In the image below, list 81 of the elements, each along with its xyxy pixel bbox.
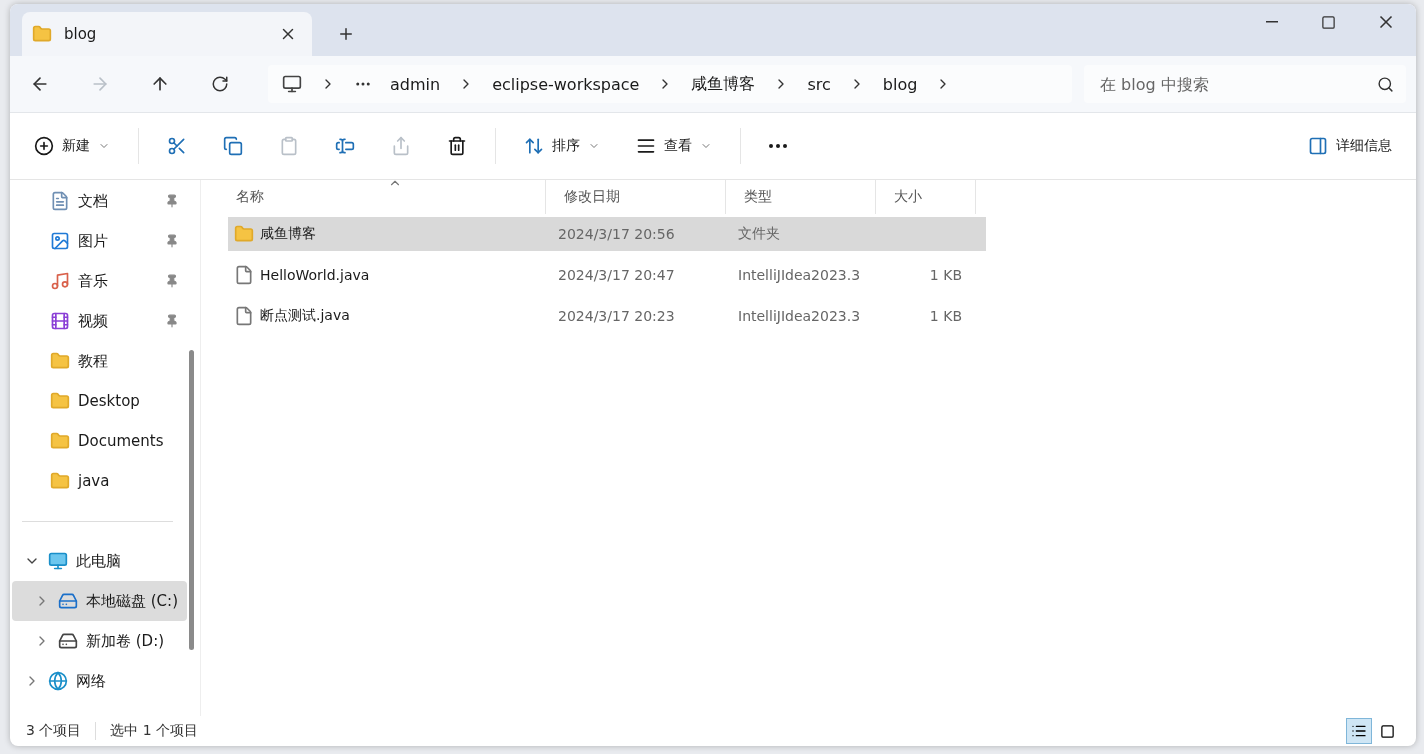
panel-icon [1308,136,1328,156]
tab-title: blog [64,25,98,43]
folder-icon [32,24,52,44]
breadcrumb[interactable]: eclipse-workspace [492,74,640,94]
file-row[interactable]: 断点测试.java 2024/3/17 20:23 IntelliJIdea2023.3 1 KB [228,299,986,333]
list-icon [1351,723,1367,739]
sidebar-item[interactable]: 文档 [12,181,187,221]
tree-item[interactable]: 网络 [12,661,187,701]
tree-item[interactable]: 本地磁盘 (C:) [12,581,187,621]
size-cell-text: 1 KB [928,308,962,324]
sidebar-item[interactable]: 图片 [12,221,187,261]
drive-icon [58,631,78,651]
breadcrumb[interactable]: admin [390,74,441,94]
file-name: 断点测试.java [260,307,350,325]
folder-tab[interactable]: blog [22,12,312,56]
size-cell-text: 1 KB [928,267,962,283]
folder-icon [50,351,70,371]
column-header[interactable]: 修改日期 [546,180,726,214]
address-bar[interactable]: admin eclipse-workspace 咸鱼博客 src blog [268,65,1072,103]
date-cell-text: 2024/3/17 20:47 [557,267,676,283]
document-icon [50,191,70,211]
column-header[interactable]: 名称 [218,180,546,214]
new-button[interactable]: 新建 [26,128,118,164]
share-icon [391,136,411,156]
sidebar-item[interactable]: 音乐 [12,261,187,301]
file-name: HelloWorld.java [260,267,370,283]
film-icon [50,311,70,331]
picture-icon [50,231,70,251]
rename-icon [335,136,355,156]
trash-icon [447,136,467,156]
monitor-icon [282,74,302,94]
breadcrumb[interactable]: src [807,74,831,94]
file-icon [234,265,254,285]
type-cell-text: IntelliJIdea2023.3 [737,308,862,324]
folder-icon [50,431,70,451]
more-icon [769,144,787,148]
monitor-icon [48,551,68,571]
lines-icon [636,136,656,156]
search-icon [1377,75,1394,93]
breadcrumb[interactable]: 咸鱼博客 [691,73,756,95]
minimize-icon [1266,21,1278,23]
item-count: 3 个项目 [26,722,82,740]
globe-icon [48,671,68,691]
folder-icon [234,224,254,244]
scissors-icon [167,136,187,156]
clipboard-icon [279,136,299,156]
square-icon [1379,723,1395,739]
music-note-icon [50,271,70,291]
view-button[interactable]: 查看 [628,128,720,164]
plus-icon [337,25,355,43]
selection-count: 选中 1 个项目 [110,722,199,740]
copy-icon [223,136,243,156]
details-button[interactable]: 详细信息 [1300,128,1400,164]
drive-icon [58,591,78,611]
sidebar-item[interactable]: Documents [12,421,187,461]
date-cell-text: 2024/3/17 20:23 [557,308,676,324]
file-row[interactable]: HelloWorld.java 2024/3/17 20:47 IntelliJIdea2023.3 1 KB [228,258,986,292]
sort-button[interactable]: 排序 [516,128,608,164]
breadcrumb[interactable]: blog [882,74,918,94]
tree-item[interactable]: 新加卷 (D:) [12,621,187,661]
refresh-icon [211,75,229,93]
file-name: 咸鱼博客 [260,225,316,243]
type-cell-text: IntelliJIdea2023.3 [737,267,862,283]
plus-icon [34,136,54,156]
type-cell-text: 文件夹 [737,225,781,243]
sidebar-item[interactable]: 视频 [12,301,187,341]
sidebar-item[interactable]: 教程 [12,341,187,381]
column-header[interactable]: 大小 [876,180,976,214]
sidebar-item[interactable]: Desktop [12,381,187,421]
file-icon [234,306,254,326]
details-view-button[interactable] [1346,718,1372,744]
sidebar-item[interactable]: java [12,461,187,501]
date-cell-text: 2024/3/17 20:56 [557,226,676,242]
tree-item[interactable]: 此电脑 [12,541,187,581]
folder-icon [50,471,70,491]
file-row[interactable]: 咸鱼博客 2024/3/17 20:56 文件夹 [228,217,986,251]
folder-icon [50,391,70,411]
sort-arrows-icon [524,136,544,156]
maximize-icon [1320,14,1336,30]
column-header[interactable]: 类型 [726,180,876,214]
scrollbar-thumb[interactable] [189,350,194,650]
